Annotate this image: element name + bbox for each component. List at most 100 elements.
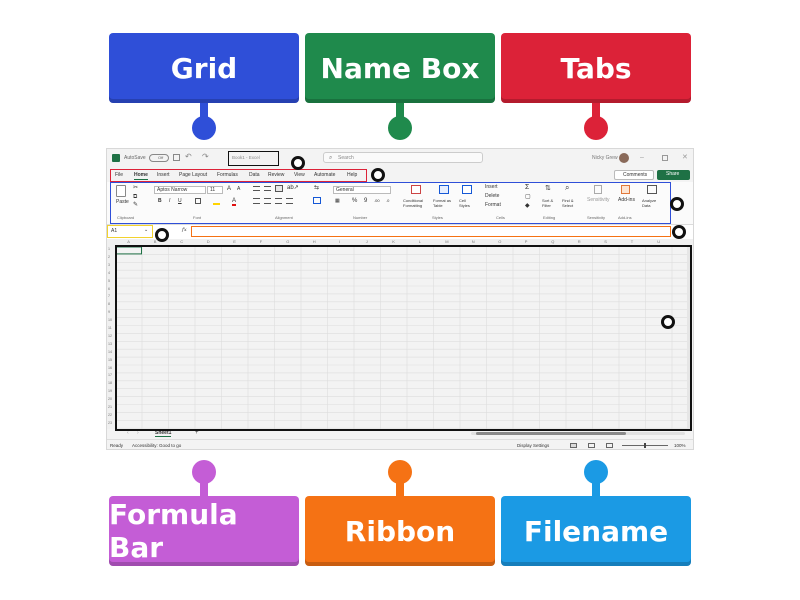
row-header-19[interactable]: 19	[108, 390, 112, 394]
column-header-h[interactable]: H	[313, 240, 316, 244]
excel-window: AutoSave Off ↶ ↷ Book1 - Excel ⌕ Search …	[106, 148, 694, 450]
horizontal-scrollbar[interactable]	[471, 432, 685, 435]
share-button[interactable]: Share	[657, 170, 690, 180]
column-header-l[interactable]: L	[419, 240, 421, 244]
column-header-i[interactable]: I	[339, 240, 340, 244]
row-header-22[interactable]: 22	[108, 413, 112, 418]
zoom-slider-thumb[interactable]	[644, 443, 646, 448]
search-placeholder: Search	[338, 155, 354, 161]
column-header-q[interactable]: Q	[551, 240, 554, 244]
row-header-23[interactable]: 23	[108, 421, 112, 426]
comments-button[interactable]: Comments	[614, 170, 654, 180]
row-header-9[interactable]: 9	[108, 311, 110, 315]
share-label: Share	[666, 171, 680, 177]
column-header-c[interactable]: C	[180, 240, 183, 244]
tabs-label-pin[interactable]	[584, 116, 608, 140]
row-header-5[interactable]: 5	[108, 279, 110, 284]
row-header-13[interactable]: 13	[108, 342, 112, 347]
row-header-3[interactable]: 3	[108, 263, 110, 268]
formula-bar-label: Formula Bar	[109, 496, 299, 566]
row-header-17[interactable]: 17	[108, 374, 112, 378]
normal-view-icon[interactable]	[570, 443, 577, 448]
row-header-15[interactable]: 15	[108, 358, 112, 363]
search-box[interactable]: ⌕ Search	[323, 152, 483, 163]
row-header-20[interactable]: 20	[108, 397, 112, 402]
status-bar: Ready Accessibility: Good to go Display …	[107, 439, 693, 449]
column-header-d[interactable]: D	[207, 240, 210, 244]
page-layout-view-icon[interactable]	[588, 443, 595, 448]
column-header-k[interactable]: K	[392, 240, 395, 244]
drop-marker-6[interactable]	[661, 315, 675, 329]
drop-marker-4[interactable]	[155, 228, 169, 242]
row-header-12[interactable]: 12	[108, 334, 112, 339]
name-box-label-pin[interactable]	[388, 116, 412, 140]
column-header-g[interactable]: G	[286, 240, 289, 244]
filename-box[interactable]: Book1 - Excel	[228, 151, 279, 166]
row-header-18[interactable]: 18	[108, 382, 112, 386]
save-icon[interactable]	[173, 154, 180, 161]
undo-icon[interactable]: ↶	[185, 153, 192, 161]
sheet-next-icon[interactable]: ›	[137, 431, 139, 436]
title-bar: AutoSave Off ↶ ↷ Book1 - Excel ⌕ Search …	[107, 149, 693, 169]
ribbon-label-stem	[396, 478, 404, 496]
column-header-s[interactable]: S	[604, 240, 607, 244]
autosave-label: AutoSave	[124, 155, 146, 161]
row-header-1[interactable]: 1	[108, 247, 110, 252]
column-header-e[interactable]: E	[233, 240, 236, 244]
column-header-n[interactable]: N	[472, 240, 475, 244]
ribbon-label: Ribbon	[305, 496, 495, 566]
filename-highlight	[110, 169, 367, 182]
column-header-o[interactable]: O	[498, 240, 501, 244]
drop-marker-2[interactable]	[371, 168, 385, 182]
row-header-2[interactable]: 2	[108, 255, 110, 260]
row-header-4[interactable]: 4	[108, 271, 110, 276]
column-header-u[interactable]: U	[657, 240, 660, 244]
column-header-t[interactable]: T	[631, 240, 633, 244]
column-header-j[interactable]: J	[366, 240, 368, 244]
display-settings[interactable]: Display Settings	[517, 443, 549, 449]
row-header-10[interactable]: 10	[108, 318, 112, 323]
drop-marker-1[interactable]	[291, 156, 305, 170]
row-header-11[interactable]: 11	[108, 326, 112, 331]
column-header-f[interactable]: F	[260, 240, 262, 244]
autosave-state: Off	[158, 155, 164, 160]
grid-label-pin[interactable]	[192, 116, 216, 140]
row-header-14[interactable]: 14	[108, 350, 112, 355]
column-header-b[interactable]: B	[154, 240, 157, 244]
sheet-tab-sheet1[interactable]: Sheet1	[155, 431, 172, 437]
zoom-slider[interactable]	[622, 443, 668, 448]
grid-highlight	[115, 245, 692, 431]
minimize-icon[interactable]: –	[640, 154, 644, 161]
avatar[interactable]	[619, 153, 629, 163]
filename-label-stem	[592, 478, 600, 496]
row-header-8[interactable]: 8	[108, 303, 110, 307]
close-icon[interactable]: ✕	[682, 154, 688, 161]
column-header-m[interactable]: M	[445, 240, 448, 244]
row-header-7[interactable]: 7	[108, 295, 110, 299]
grid-label: Grid	[109, 33, 299, 103]
filename-text: Book1 - Excel	[232, 155, 260, 160]
column-header-a[interactable]: A	[127, 240, 130, 244]
formula-bar-label-stem	[200, 478, 208, 496]
comments-label: Comments	[623, 172, 648, 178]
column-header-r[interactable]: R	[578, 240, 581, 244]
row-header-21[interactable]: 21	[108, 405, 112, 410]
insert-function-icon[interactable]: fx	[182, 228, 187, 233]
search-icon: ⌕	[329, 155, 333, 161]
drop-marker-5[interactable]	[672, 225, 686, 239]
formula-bar-highlight	[191, 226, 671, 237]
filename-label: Filename	[501, 496, 691, 566]
autosave-toggle[interactable]: Off	[149, 154, 169, 162]
column-header-p[interactable]: P	[525, 240, 528, 244]
maximize-icon[interactable]	[662, 155, 668, 161]
zoom-level: 100%	[674, 443, 686, 448]
sheet-prev-icon[interactable]: ‹	[127, 431, 129, 436]
drop-marker-3[interactable]	[670, 197, 684, 211]
excel-logo-icon	[112, 154, 120, 162]
accessibility-status[interactable]: Accessibility: Good to go	[132, 443, 181, 449]
row-header-16[interactable]: 16	[108, 366, 112, 371]
row-header-6[interactable]: 6	[108, 287, 110, 292]
page-break-view-icon[interactable]	[606, 443, 613, 448]
redo-icon[interactable]: ↷	[202, 153, 209, 161]
horizontal-scroll-thumb[interactable]	[476, 432, 626, 435]
